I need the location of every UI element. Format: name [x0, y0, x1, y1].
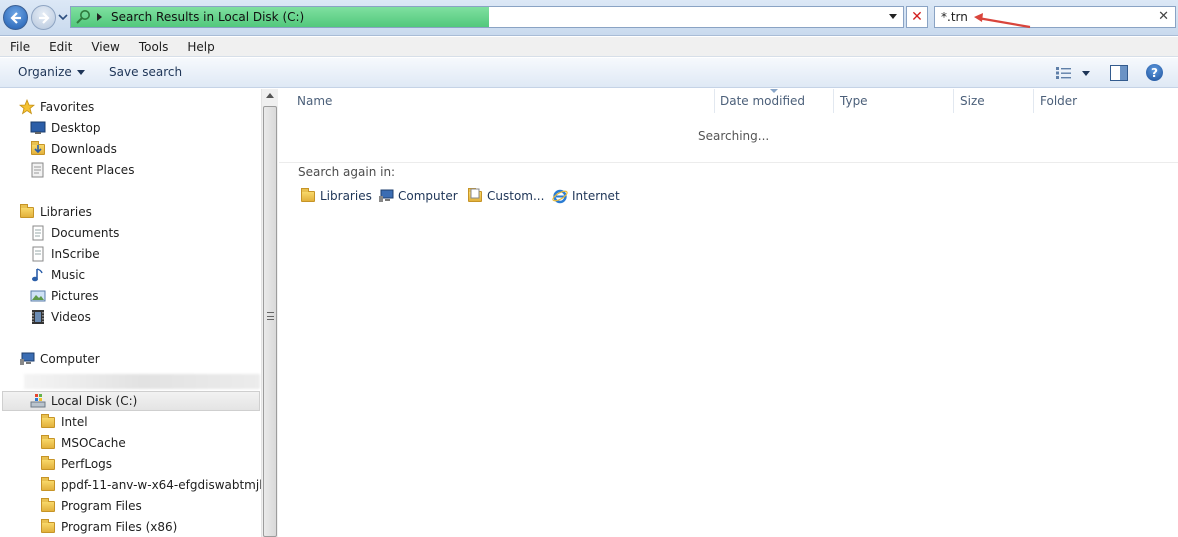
desktop-icon — [30, 120, 46, 136]
address-bar[interactable]: Search Results in Local Disk (C:) — [70, 6, 904, 28]
tree-computer[interactable]: Computer — [19, 349, 100, 369]
tree-item-documents[interactable]: Documents — [30, 223, 119, 243]
search-again-computer[interactable]: Computer — [378, 187, 458, 205]
film-strip-icon — [30, 309, 46, 325]
menu-help[interactable]: Help — [177, 40, 223, 54]
grip-icon — [267, 312, 274, 320]
computer-icon — [378, 188, 394, 204]
column-divider[interactable] — [714, 89, 715, 113]
folder-icon — [40, 414, 56, 430]
inscribe-library-icon — [30, 246, 46, 262]
folder-icon — [40, 456, 56, 472]
column-divider[interactable] — [833, 89, 834, 113]
search-magnifier-icon — [76, 10, 90, 24]
music-note-icon — [30, 267, 46, 283]
scroll-thumb[interactable] — [263, 106, 277, 537]
libraries-icon — [300, 188, 316, 204]
preview-pane-icon[interactable] — [1110, 65, 1128, 81]
arrow-right-icon — [38, 11, 50, 24]
search-again-internet[interactable]: Internet — [552, 187, 620, 205]
recent-places-icon — [30, 162, 46, 178]
search-query: *.trn — [941, 10, 968, 24]
tree-favorites[interactable]: Favorites — [18, 97, 94, 117]
address-text: Search Results in Local Disk (C:) — [111, 10, 305, 24]
downloads-folder-icon — [30, 141, 46, 157]
tree-item-desktop[interactable]: Desktop — [30, 118, 101, 138]
scroll-up-icon[interactable] — [266, 93, 274, 98]
tree-item-pictures[interactable]: Pictures — [30, 286, 99, 306]
folder-icon — [40, 519, 56, 535]
folder-icon — [40, 477, 56, 493]
clear-search-icon[interactable]: ✕ — [1158, 9, 1169, 24]
tree-item-inscribe[interactable]: InScribe — [30, 244, 100, 264]
menu-view[interactable]: View — [81, 40, 128, 54]
tree-folder-perflogs[interactable]: PerfLogs — [40, 454, 112, 474]
documents-icon — [30, 225, 46, 241]
tree-item-recent-places[interactable]: Recent Places — [30, 160, 134, 180]
divider — [279, 162, 1178, 163]
back-button[interactable] — [3, 5, 28, 30]
organize-button[interactable]: Organize — [18, 65, 85, 79]
view-options-dropdown-icon[interactable] — [1082, 71, 1090, 76]
custom-folder-icon — [467, 188, 483, 204]
tree-item-videos[interactable]: Videos — [30, 307, 91, 327]
column-divider[interactable] — [953, 89, 954, 113]
breadcrumb-chevron-icon[interactable] — [97, 13, 102, 21]
results-pane: Name Date modified Type Size Folder Sear… — [279, 89, 1178, 537]
recent-pages-dropdown-icon[interactable] — [58, 12, 68, 22]
column-header-date-modified[interactable]: Date modified — [720, 89, 805, 113]
tree-folder-program-files-x86[interactable]: Program Files (x86) — [40, 517, 177, 537]
windows-drive-icon — [30, 393, 46, 409]
search-status-text: Searching... — [698, 129, 770, 143]
command-bar: Organize Save search ? — [0, 58, 1178, 88]
column-header-folder[interactable]: Folder — [1040, 89, 1077, 113]
tree-folder-msocache[interactable]: MSOCache — [40, 433, 126, 453]
computer-icon — [19, 351, 35, 367]
address-dropdown-icon[interactable] — [889, 14, 897, 19]
tree-item-music[interactable]: Music — [30, 265, 85, 285]
search-again-label: Search again in: — [298, 165, 396, 179]
forward-button[interactable] — [31, 5, 56, 30]
menu-tools[interactable]: Tools — [129, 40, 178, 54]
arrow-left-icon — [9, 11, 21, 24]
column-divider[interactable] — [1033, 89, 1034, 113]
tree-folder-intel[interactable]: Intel — [40, 412, 88, 432]
column-header-name[interactable]: Name — [297, 89, 332, 113]
folder-icon — [40, 498, 56, 514]
menu-bar: File Edit View Tools Help — [0, 37, 1178, 57]
change-view-icon[interactable] — [1055, 66, 1073, 80]
folder-icon — [40, 435, 56, 451]
tree-libraries[interactable]: Libraries — [19, 202, 92, 222]
annotation-arrow-icon — [974, 13, 1031, 29]
tree-folder-program-files[interactable]: Program Files — [40, 496, 142, 516]
star-icon — [18, 98, 36, 115]
navigation-pane: Favorites Desktop Downloads Recent Place… — [0, 89, 261, 537]
navigation-scrollbar[interactable] — [261, 89, 278, 537]
search-again-libraries[interactable]: Libraries — [300, 187, 372, 205]
tree-folder-ppdf[interactable]: ppdf-11-anv-w-x64-efgdiswabtmjkpry — [40, 475, 261, 495]
menu-file[interactable]: File — [0, 40, 39, 54]
tree-item-local-disk-c[interactable]: Local Disk (C:) — [30, 391, 137, 411]
search-again-custom[interactable]: Custom... — [467, 187, 544, 205]
column-header-size[interactable]: Size — [960, 89, 985, 113]
address-toolbar: Search Results in Local Disk (C:) ✕ *.tr… — [0, 0, 1178, 36]
pictures-icon — [30, 288, 46, 304]
redacted-drive-item — [24, 374, 260, 389]
help-icon[interactable]: ? — [1146, 64, 1163, 81]
libraries-icon — [19, 204, 35, 220]
stop-icon: ✕ — [911, 9, 923, 25]
save-search-button[interactable]: Save search — [109, 65, 182, 79]
menu-edit[interactable]: Edit — [39, 40, 81, 54]
internet-explorer-icon — [552, 188, 568, 204]
column-header-type[interactable]: Type — [840, 89, 868, 113]
stop-search-button[interactable]: ✕ — [906, 6, 928, 28]
tree-item-downloads[interactable]: Downloads — [30, 139, 117, 159]
